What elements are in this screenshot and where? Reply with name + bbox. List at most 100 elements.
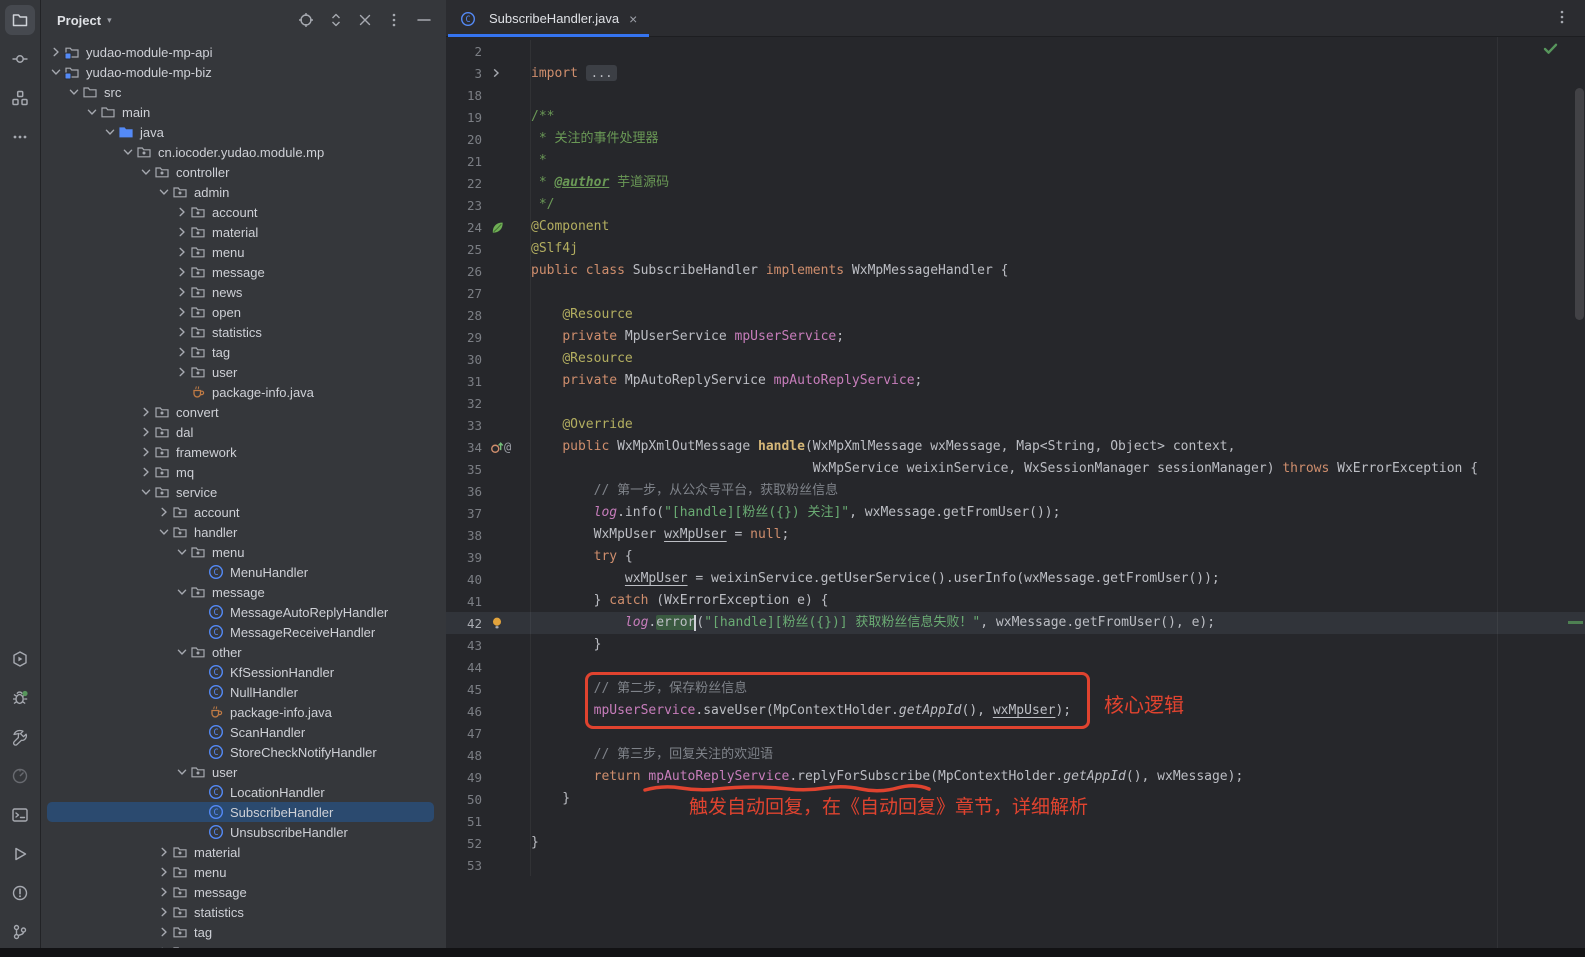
gutter[interactable]: 48 bbox=[446, 744, 531, 766]
tree-item-message[interactable]: message bbox=[41, 262, 446, 282]
tree-chevron[interactable] bbox=[173, 546, 190, 558]
gutter[interactable]: 29 bbox=[446, 326, 531, 348]
tree-chevron[interactable] bbox=[173, 246, 190, 258]
gutter[interactable]: 23 bbox=[446, 194, 531, 216]
code-line-39[interactable]: 39 try { bbox=[446, 546, 1585, 568]
tree-chevron[interactable] bbox=[173, 226, 190, 238]
tree-item-kfsessionhandler[interactable]: CKfSessionHandler bbox=[41, 662, 446, 682]
tree-chevron[interactable] bbox=[173, 206, 190, 218]
tree-chevron[interactable] bbox=[155, 866, 172, 878]
tree-item-tag[interactable]: tag bbox=[41, 342, 446, 362]
code-line-42[interactable]: 42 log.error("[handle][粉丝({})] 获取粉丝信息失败！… bbox=[446, 612, 1585, 634]
code-line-35[interactable]: 35 WxMpService weixinService, WxSessionM… bbox=[446, 458, 1585, 480]
code-line-21[interactable]: 21 * bbox=[446, 150, 1585, 172]
tree-item-statistics[interactable]: statistics bbox=[41, 902, 446, 922]
tree-item-mq[interactable]: mq bbox=[41, 462, 446, 482]
tree-chevron[interactable] bbox=[137, 166, 154, 178]
tool-button-problems[interactable] bbox=[5, 878, 35, 908]
tree-item-java[interactable]: java bbox=[41, 122, 446, 142]
gutter[interactable]: 27 bbox=[446, 282, 531, 304]
code-line-23[interactable]: 23 */ bbox=[446, 194, 1585, 216]
code-line-38[interactable]: 38 WxMpUser wxMpUser = null; bbox=[446, 524, 1585, 546]
gutter[interactable]: 32 bbox=[446, 392, 531, 414]
panel-toolbar-collapse[interactable] bbox=[358, 13, 372, 27]
code-line-28[interactable]: 28 @Resource bbox=[446, 304, 1585, 326]
tree-item-statistics[interactable]: statistics bbox=[41, 322, 446, 342]
code-line-24[interactable]: 24@Component bbox=[446, 216, 1585, 238]
tree-item-subscribehandler[interactable]: CSubscribeHandler bbox=[41, 802, 446, 822]
tree-item-main[interactable]: main bbox=[41, 102, 446, 122]
tree-item-scanhandler[interactable]: CScanHandler bbox=[41, 722, 446, 742]
gutter[interactable]: 47 bbox=[446, 722, 531, 744]
editor-scrollbar[interactable] bbox=[1575, 88, 1584, 320]
gutter[interactable]: 21 bbox=[446, 150, 531, 172]
gutter[interactable]: 25 bbox=[446, 238, 531, 260]
tree-item-nullhandler[interactable]: CNullHandler bbox=[41, 682, 446, 702]
tree-item-admin[interactable]: admin bbox=[41, 182, 446, 202]
code-line-27[interactable]: 27 bbox=[446, 282, 1585, 304]
tree-item-material[interactable]: material bbox=[41, 842, 446, 862]
tool-button-structure[interactable] bbox=[5, 83, 35, 113]
gutter[interactable]: 22 bbox=[446, 172, 531, 194]
tree-item-menuhandler[interactable]: CMenuHandler bbox=[41, 562, 446, 582]
tree-chevron[interactable] bbox=[137, 486, 154, 498]
code-line-26[interactable]: 26public class SubscribeHandler implemen… bbox=[446, 260, 1585, 282]
tree-chevron[interactable] bbox=[173, 766, 190, 778]
gutter[interactable]: 53 bbox=[446, 854, 531, 876]
tree-item-src[interactable]: src bbox=[41, 82, 446, 102]
panel-toolbar-kebab-v[interactable] bbox=[387, 12, 401, 28]
gutter[interactable]: 34@ bbox=[446, 436, 531, 458]
code-line-20[interactable]: 20 * 关注的事件处理器 bbox=[446, 128, 1585, 150]
code-line-40[interactable]: 40 wxMpUser = weixinService.getUserServi… bbox=[446, 568, 1585, 590]
tree-item-messageautoreplyhandler[interactable]: CMessageAutoReplyHandler bbox=[41, 602, 446, 622]
tree-item-news[interactable]: news bbox=[41, 282, 446, 302]
tree-chevron[interactable] bbox=[155, 186, 172, 198]
code-line-22[interactable]: 22 * @author 芋道源码 bbox=[446, 172, 1585, 194]
tree-chevron[interactable] bbox=[173, 366, 190, 378]
tree-chevron[interactable] bbox=[101, 126, 118, 138]
tree-item-controller[interactable]: controller bbox=[41, 162, 446, 182]
code-line-34[interactable]: 34@ public WxMpXmlOutMessage handle(WxMp… bbox=[446, 436, 1585, 458]
code-line-19[interactable]: 19/** bbox=[446, 106, 1585, 128]
tree-chevron[interactable] bbox=[65, 86, 82, 98]
code-line-43[interactable]: 43 } bbox=[446, 634, 1585, 656]
code-line-2[interactable]: 2 bbox=[446, 40, 1585, 62]
tree-chevron[interactable] bbox=[47, 46, 64, 58]
tree-item-package-info-java[interactable]: package-info.java bbox=[41, 382, 446, 402]
code-line-49[interactable]: 49 return mpAutoReplyService.replyForSub… bbox=[446, 766, 1585, 788]
tree-item-framework[interactable]: framework bbox=[41, 442, 446, 462]
tree-item-unsubscribehandler[interactable]: CUnsubscribeHandler bbox=[41, 822, 446, 842]
tree-chevron[interactable] bbox=[137, 446, 154, 458]
tree-chevron[interactable] bbox=[137, 466, 154, 478]
tree-item-menu[interactable]: menu bbox=[41, 242, 446, 262]
tool-button-build[interactable] bbox=[5, 722, 35, 752]
code-line-41[interactable]: 41 } catch (WxErrorException e) { bbox=[446, 590, 1585, 612]
tree-item-handler[interactable]: handler bbox=[41, 522, 446, 542]
tree-item-convert[interactable]: convert bbox=[41, 402, 446, 422]
tree-chevron[interactable] bbox=[155, 506, 172, 518]
gutter[interactable]: 2 bbox=[446, 40, 531, 62]
tool-button-terminal[interactable] bbox=[5, 800, 35, 830]
gutter[interactable]: 49 bbox=[446, 766, 531, 788]
tree-item-open[interactable]: open bbox=[41, 302, 446, 322]
gutter[interactable]: 51 bbox=[446, 810, 531, 832]
gutter[interactable]: 52 bbox=[446, 832, 531, 854]
tree-item-yudao-module-mp-biz[interactable]: yudao-module-mp-biz bbox=[41, 62, 446, 82]
gutter[interactable]: 44 bbox=[446, 656, 531, 678]
tree-item-message[interactable]: message bbox=[41, 582, 446, 602]
tree-chevron[interactable] bbox=[173, 586, 190, 598]
code-line-33[interactable]: 33 @Override bbox=[446, 414, 1585, 436]
code-line-18[interactable]: 18 bbox=[446, 84, 1585, 106]
gutter[interactable]: 41 bbox=[446, 590, 531, 612]
tool-button-project[interactable] bbox=[5, 5, 35, 35]
code-line-48[interactable]: 48 // 第三步，回复关注的欢迎语 bbox=[446, 744, 1585, 766]
gutter[interactable]: 46 bbox=[446, 700, 531, 722]
tree-item-locationhandler[interactable]: CLocationHandler bbox=[41, 782, 446, 802]
panel-toolbar-minus[interactable] bbox=[416, 12, 432, 28]
tree-chevron[interactable] bbox=[83, 106, 100, 118]
tree-chevron[interactable] bbox=[47, 66, 64, 78]
gutter[interactable]: 31 bbox=[446, 370, 531, 392]
code-line-25[interactable]: 25@Slf4j bbox=[446, 238, 1585, 260]
tree-chevron[interactable] bbox=[173, 646, 190, 658]
tool-button-commit[interactable] bbox=[5, 44, 35, 74]
